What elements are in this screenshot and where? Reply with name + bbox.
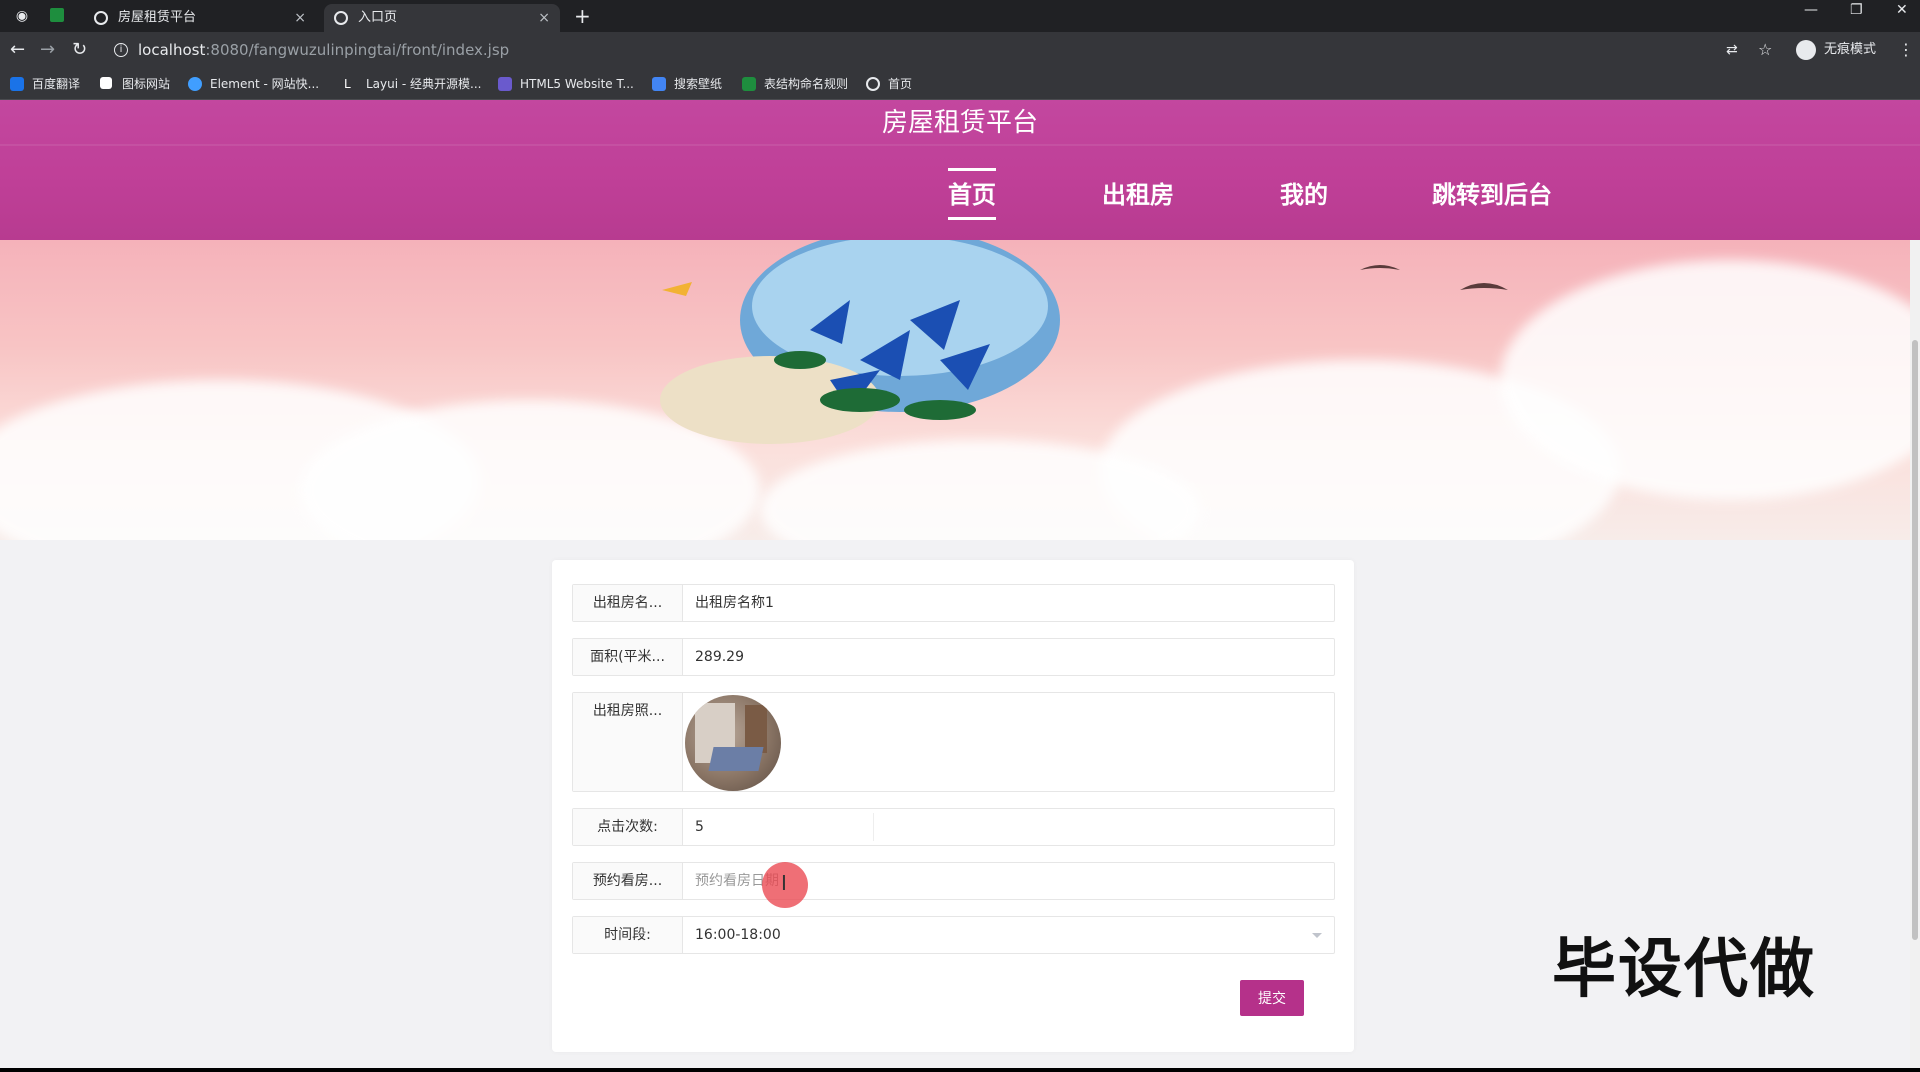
- bookmark-table-naming[interactable]: 表结构命名规则: [742, 75, 848, 93]
- field-viewing-date: 预约看房... 预约看房日期: [572, 862, 1335, 900]
- url-host: localhost: [138, 41, 206, 59]
- star-icon[interactable]: ☆: [1758, 38, 1772, 62]
- screen: ◉ 房屋租赁平台 × 入口页 × + — ❐ ✕ ← → ↻ i localho…: [0, 0, 1920, 1072]
- address-bar[interactable]: i localhost:8080/fangwuzulinpingtai/fron…: [108, 36, 1728, 64]
- globe-icon: [94, 11, 108, 25]
- bottom-edge: [0, 1068, 1920, 1072]
- minimize-icon[interactable]: —: [1804, 2, 1818, 18]
- globe-icon: [334, 11, 348, 25]
- photo-bed: [708, 747, 764, 771]
- site-header: 房屋租赁平台 首页 出租房 我的 跳转到后台: [0, 100, 1920, 240]
- tab-title: 入口页: [358, 10, 398, 25]
- field-label: 时间段:: [573, 917, 683, 953]
- watermark-text: 毕设代做: [1552, 933, 1816, 1007]
- reload-icon[interactable]: ↻: [72, 38, 87, 62]
- incognito-icon: [1796, 40, 1816, 60]
- field-rental-name: 出租房名... 出租房名称1: [572, 584, 1335, 622]
- bookmark-element[interactable]: Element - 网站快...: [188, 75, 319, 93]
- bookmark-wallpaper[interactable]: 搜索壁纸: [652, 75, 722, 93]
- field-time-slot: 时间段: 16:00-18:00: [572, 916, 1335, 954]
- bookmarks-bar: 百度翻译 图标网站 Element - 网站快... L Layui - 经典开源…: [0, 68, 1920, 100]
- globe-icon: [866, 77, 880, 91]
- close-tab-icon[interactable]: ×: [294, 4, 306, 32]
- field-label: 点击次数:: [573, 809, 683, 845]
- booking-form: 出租房名... 出租房名称1 面积(平米... 289.29 出租房照... 点…: [552, 560, 1354, 1052]
- field-area: 面积(平米... 289.29: [572, 638, 1335, 676]
- tab-1[interactable]: 房屋租赁平台 ×: [84, 4, 316, 32]
- bookmark-home[interactable]: 首页: [866, 75, 912, 93]
- html5-icon: [498, 77, 512, 91]
- nav-rentals[interactable]: 出租房: [1102, 176, 1174, 214]
- bookmark-label: 首页: [888, 77, 913, 91]
- sheet-icon: [742, 77, 756, 91]
- field-label: 预约看房...: [573, 863, 683, 899]
- bookmark-label: 图标网站: [122, 77, 171, 91]
- field-label: 出租房名...: [573, 585, 683, 621]
- field-label: 面积(平米...: [573, 639, 683, 675]
- restore-icon[interactable]: ❐: [1850, 2, 1863, 18]
- input-divider: [873, 813, 874, 841]
- header-divider: [0, 144, 1920, 146]
- photo-door: [745, 705, 767, 753]
- browser-tabbar: ◉ 房屋租赁平台 × 入口页 × + — ❐ ✕: [0, 0, 1920, 32]
- pinned-tab-icon[interactable]: [50, 8, 64, 22]
- wallpaper-icon: [652, 77, 666, 91]
- nav-mine[interactable]: 我的: [1280, 176, 1328, 214]
- info-icon[interactable]: i: [114, 43, 128, 57]
- bookmark-label: 搜索壁纸: [674, 77, 723, 91]
- forward-icon[interactable]: →: [40, 38, 55, 62]
- time-slot-select[interactable]: 16:00-18:00: [695, 917, 781, 953]
- browser-toolbar: ← → ↻ i localhost:8080/fangwuzulinpingta…: [0, 32, 1920, 68]
- site-title: 房屋租赁平台: [881, 108, 1038, 138]
- field-click-count: 点击次数: 5: [572, 808, 1335, 846]
- click-count-input[interactable]: 5: [695, 809, 704, 845]
- browser-menu-icon[interactable]: ◉: [12, 6, 32, 26]
- page-viewport: 房屋租赁平台 首页 出租房 我的 跳转到后台 出租房名... 出租房名称1 面积…: [0, 100, 1920, 1068]
- field-label: 出租房照...: [573, 693, 683, 791]
- submit-button[interactable]: 提交: [1240, 980, 1304, 1016]
- back-icon[interactable]: ←: [10, 38, 25, 62]
- translate-bookmark-icon: [10, 77, 24, 91]
- bookmark-label: Layui - 经典开源模...: [366, 77, 482, 91]
- bookmark-label: Element - 网站快...: [210, 77, 320, 91]
- nav-admin[interactable]: 跳转到后台: [1432, 176, 1552, 214]
- tab-2[interactable]: 入口页 ×: [324, 4, 560, 32]
- layui-icon: L: [344, 77, 351, 91]
- field-rental-photo: 出租房照...: [572, 692, 1335, 792]
- translate-icon[interactable]: ⇄: [1726, 38, 1738, 62]
- close-icon[interactable]: ✕: [1896, 2, 1908, 18]
- flag-icon: [100, 77, 112, 89]
- bookmark-label: HTML5 Website T...: [520, 77, 634, 91]
- bookmark-label: 表结构命名规则: [764, 77, 849, 91]
- page-scroll-thumb[interactable]: [1912, 340, 1918, 940]
- element-icon: [188, 77, 202, 91]
- bookmark-layui[interactable]: L Layui - 经典开源模...: [344, 75, 481, 93]
- incognito-label: 无痕模式: [1824, 42, 1877, 57]
- bookmark-label: 百度翻译: [32, 77, 81, 91]
- url-path: :8080/fangwuzulinpingtai/front/index.jsp: [205, 41, 510, 59]
- rental-photo-thumbnail[interactable]: [685, 695, 781, 791]
- menu-icon[interactable]: ⋮: [1898, 38, 1914, 62]
- chevron-down-icon[interactable]: [1312, 933, 1322, 938]
- flower-globe-illustration: [660, 240, 1060, 444]
- bookmark-icon-site[interactable]: 图标网站: [100, 75, 170, 93]
- area-input[interactable]: 289.29: [695, 639, 744, 675]
- close-tab-icon[interactable]: ×: [538, 4, 550, 32]
- text-cursor-icon: I: [781, 871, 787, 895]
- banner-image: [0, 240, 1910, 540]
- nav-home[interactable]: 首页: [948, 168, 996, 220]
- bookmark-html5[interactable]: HTML5 Website T...: [498, 75, 634, 93]
- incognito-indicator[interactable]: 无痕模式: [1796, 38, 1876, 62]
- bookmark-baidu-translate[interactable]: 百度翻译: [10, 75, 80, 93]
- rental-name-input[interactable]: 出租房名称1: [695, 585, 774, 621]
- new-tab-button[interactable]: +: [574, 4, 591, 28]
- tab-title: 房屋租赁平台: [118, 10, 197, 25]
- birds-illustration: [1360, 265, 1508, 290]
